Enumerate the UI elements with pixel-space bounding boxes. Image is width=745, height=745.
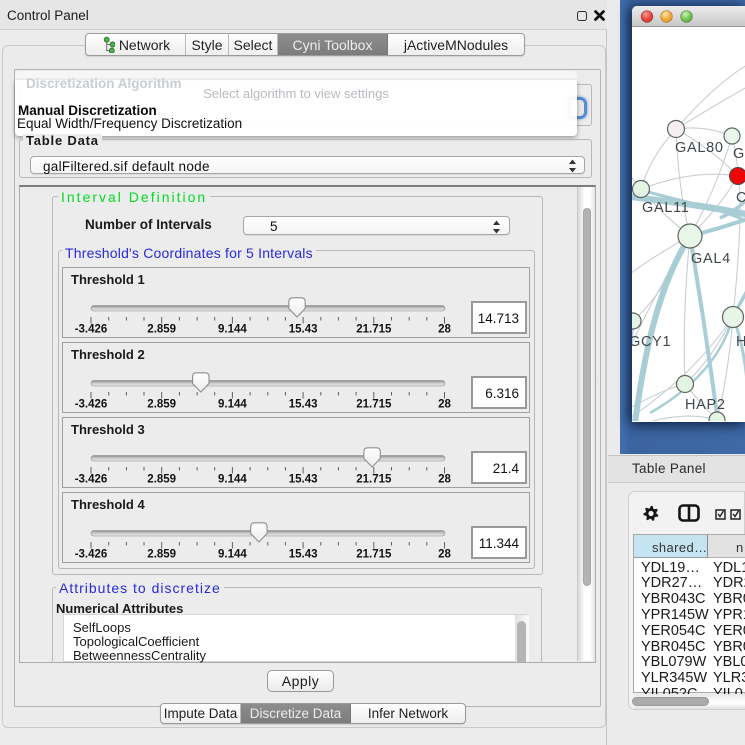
svg-text:-3.426: -3.426 [75, 549, 108, 561]
svg-text:GCY1: GCY1 [632, 334, 671, 350]
svg-text:15.43: 15.43 [289, 324, 318, 336]
svg-text:21.715: 21.715 [356, 549, 392, 561]
svg-text:15.43: 15.43 [289, 474, 318, 486]
svg-text:-3.426: -3.426 [75, 399, 108, 411]
svg-text:9.144: 9.144 [218, 474, 247, 486]
svg-text:28: 28 [438, 324, 451, 336]
svg-text:2.859: 2.859 [147, 324, 176, 336]
svg-text:21.715: 21.715 [356, 474, 392, 486]
svg-text:2.859: 2.859 [147, 549, 176, 561]
svg-text:15.43: 15.43 [289, 549, 318, 561]
svg-text:GAL80: GAL80 [675, 140, 724, 156]
svg-text:21.715: 21.715 [356, 399, 392, 411]
svg-text:9.144: 9.144 [218, 399, 247, 411]
svg-text:28: 28 [438, 399, 451, 411]
svg-text:15.43: 15.43 [289, 399, 318, 411]
svg-text:21.715: 21.715 [356, 324, 392, 336]
svg-text:-3.426: -3.426 [75, 324, 108, 336]
svg-text:2.859: 2.859 [147, 399, 176, 411]
svg-text:9.144: 9.144 [218, 549, 247, 561]
svg-text:H: H [736, 334, 745, 350]
svg-text:GA: GA [733, 146, 745, 162]
svg-text:2.859: 2.859 [147, 474, 176, 486]
svg-text:9.144: 9.144 [218, 324, 247, 336]
svg-text:28: 28 [438, 549, 451, 561]
svg-text:HAP2: HAP2 [685, 397, 726, 413]
svg-text:28: 28 [438, 474, 451, 486]
svg-text:GAL4: GAL4 [691, 251, 731, 267]
svg-text:C: C [736, 190, 745, 206]
svg-text:GAL11: GAL11 [642, 200, 690, 216]
svg-text:-3.426: -3.426 [75, 474, 108, 486]
